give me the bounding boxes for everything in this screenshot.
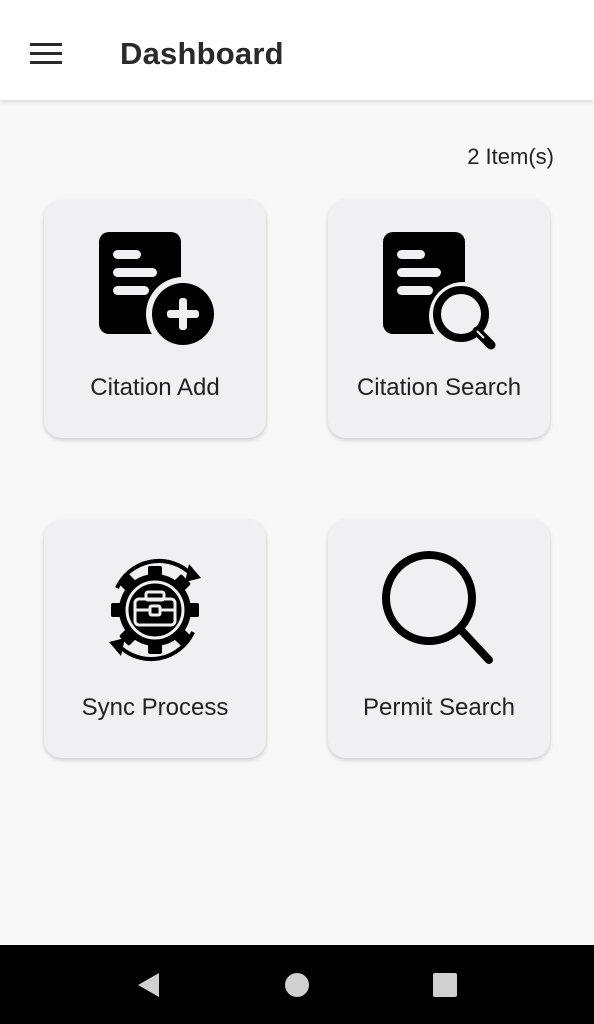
hamburger-menu-icon [30,43,62,64]
home-icon [285,973,309,997]
back-button[interactable] [132,969,164,1001]
recents-button[interactable] [429,969,461,1001]
tile-label: Citation Add [90,374,220,401]
search-icon [377,548,501,672]
tile-label: Permit Search [362,694,516,721]
hamburger-menu-button[interactable] [22,32,70,76]
permit-search-tile[interactable]: Permit Search [328,520,550,758]
back-icon [138,973,159,997]
system-nav-bar [0,945,594,1024]
recents-icon [433,973,457,997]
document-search-icon [377,228,501,352]
item-count: 2 Item(s) [467,144,554,169]
page-title: Dashboard [120,36,284,71]
document-add-icon [93,228,217,352]
tile-label: Sync Process [81,694,229,721]
citation-add-tile[interactable]: Citation Add [44,200,266,438]
app-bar: Dashboard [0,0,594,100]
sync-process-tile[interactable]: Sync Process [44,520,266,758]
tile-label: Citation Search [356,374,522,401]
dashboard-content: 2 Item(s) Citation Add Citation Search S… [0,100,594,945]
citation-search-tile[interactable]: Citation Search [328,200,550,438]
home-button[interactable] [281,969,313,1001]
gear-sync-icon [93,548,217,672]
